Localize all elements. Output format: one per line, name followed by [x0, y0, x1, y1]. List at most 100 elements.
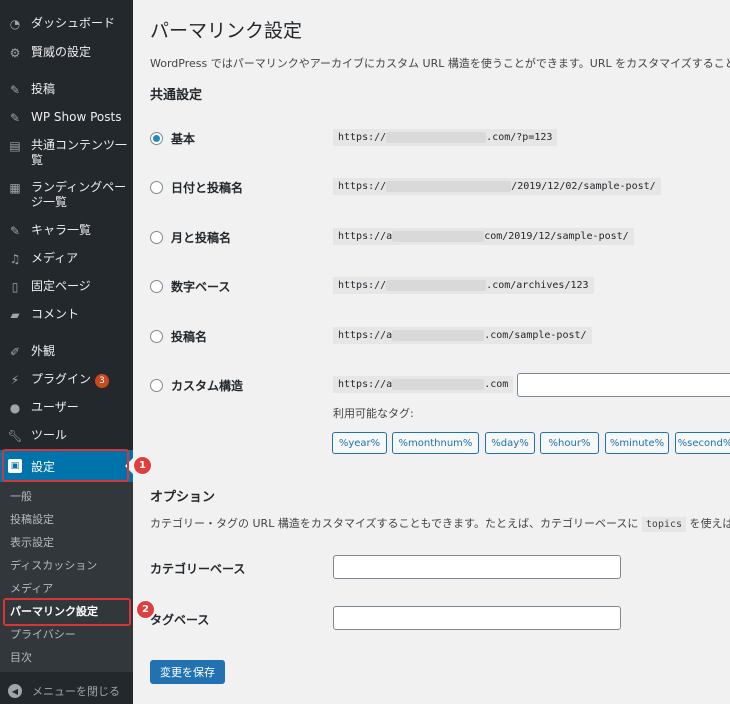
submenu-item-media[interactable]: メディア — [10, 582, 53, 596]
menu-item-media[interactable]: ♫ メディア — [0, 251, 133, 266]
url-suffix: /2019/12/02/sample-post/ — [511, 181, 656, 192]
option-label: 日付と投稿名 — [171, 181, 244, 195]
permalink-option-date-name[interactable]: 日付と投稿名 — [150, 179, 243, 196]
category-base-input[interactable] — [333, 555, 621, 579]
menu-item-pages[interactable]: ▯ 固定ページ — [0, 279, 133, 294]
menu-label: 投稿 — [31, 82, 56, 96]
annotation-highlight-permalinks — [3, 598, 131, 626]
page-title: パーマリンク設定 — [150, 20, 303, 42]
collapse-label: メニューを閉じる — [32, 685, 120, 698]
permalink-option-plain[interactable]: 基本 — [150, 130, 195, 147]
tag-button-second[interactable]: %second% — [675, 432, 730, 454]
url-suffix: .com/?p=123 — [486, 132, 553, 143]
submenu-item-toc[interactable]: 目次 — [10, 651, 32, 665]
menu-item-users[interactable]: ● ユーザー — [0, 400, 133, 415]
redacted-domain — [392, 379, 485, 390]
tag-button-hour[interactable]: %hour% — [540, 432, 599, 454]
menu-item-appearance[interactable]: ✐ 外観 — [0, 344, 133, 359]
menu-item-wp-show-posts[interactable]: ✎ WP Show Posts — [0, 110, 133, 125]
brush-icon: ✐ — [9, 344, 21, 359]
optional-example-code: topics — [641, 517, 687, 532]
permalink-custom-prefix: https://a .com — [333, 376, 514, 393]
pin-icon: ✎ — [9, 82, 21, 97]
annotation-highlight-settings — [2, 449, 129, 482]
menu-item-common-content[interactable]: ▤ 共通コンテンツ一覧 — [0, 138, 133, 168]
radio-button[interactable] — [150, 132, 163, 145]
tag-button-monthnum[interactable]: %monthnum% — [392, 432, 479, 454]
submenu-item-writing[interactable]: 投稿設定 — [10, 513, 54, 527]
redacted-domain — [392, 231, 485, 242]
tag-button-minute[interactable]: %minute% — [605, 432, 669, 454]
menu-item-dashboard[interactable]: ◔ ダッシュボード — [0, 16, 133, 31]
url-suffix: .com/archives/123 — [486, 280, 589, 291]
dashboard-icon: ◔ — [9, 16, 21, 31]
tag-button-year[interactable]: %year% — [332, 432, 387, 454]
settings-submenu: 一般 投稿設定 表示設定 ディスカッション メディア パーマリンク設定 プライバ… — [0, 482, 133, 672]
radio-button[interactable] — [150, 379, 163, 392]
permalink-option-month-name[interactable]: 月と投稿名 — [150, 229, 231, 246]
menu-item-characters[interactable]: ✎ キャラ一覧 — [0, 223, 133, 238]
tag-button-day[interactable]: %day% — [485, 432, 535, 454]
radio-button[interactable] — [150, 330, 163, 343]
optional-desc-text: カテゴリー・タグの URL 構造をカスタマイズすることもできます。たとえば、カテ… — [150, 517, 639, 530]
tag-base-input[interactable] — [333, 606, 621, 630]
menu-item-plugins[interactable]: ⚡ プラグイン 3 — [0, 372, 133, 388]
menu-label: メディア — [31, 251, 79, 265]
menu-item-landing-pages[interactable]: ▦ ランディングページ一覧 — [0, 180, 133, 210]
submenu-item-general[interactable]: 一般 — [10, 490, 32, 504]
url-prefix: https://a — [338, 231, 393, 242]
menu-item-posts[interactable]: ✎ 投稿 — [0, 82, 133, 97]
menu-label: ツール — [31, 428, 68, 442]
url-prefix: https:// — [338, 181, 387, 192]
submenu-item-reading[interactable]: 表示設定 — [10, 536, 54, 550]
plugin-icon: ⚡ — [10, 372, 20, 387]
redacted-domain — [386, 280, 487, 291]
url-prefix: https:// — [338, 132, 387, 143]
collapse-menu-button[interactable]: ◀ メニューを閉じる — [0, 678, 133, 704]
submenu-item-privacy[interactable]: プライバシー — [10, 628, 76, 642]
media-icon: ♫ — [9, 251, 21, 266]
pin-icon: ✎ — [9, 110, 21, 125]
menu-label: 外観 — [31, 344, 56, 358]
permalink-option-custom[interactable]: カスタム構造 — [150, 377, 243, 394]
url-suffix: .com — [484, 379, 509, 390]
custom-structure-input[interactable] — [517, 373, 730, 397]
permalink-option-numeric[interactable]: 数字ベース — [150, 278, 230, 295]
collapse-arrow-icon: ◀ — [8, 684, 22, 698]
permalink-example-numeric: https:// .com/archives/123 — [333, 277, 594, 294]
menu-label: ダッシュボード — [31, 16, 116, 30]
category-base-label: カテゴリーベース — [150, 562, 246, 576]
url-suffix: .com/sample-post/ — [484, 330, 587, 341]
menu-item-comments[interactable]: ▰ コメント — [0, 307, 133, 322]
radio-button[interactable] — [150, 181, 163, 194]
url-suffix: com/2019/12/sample-post/ — [484, 231, 629, 242]
permalink-example-month-name: https://a com/2019/12/sample-post/ — [333, 228, 634, 245]
option-label: カスタム構造 — [171, 379, 244, 393]
code-file-icon: ▤ — [9, 138, 21, 153]
redacted-domain — [392, 330, 485, 341]
update-count-badge: 3 — [95, 374, 110, 388]
save-changes-button[interactable]: 変更を保存 — [150, 660, 225, 684]
menu-label: 共通コンテンツ一覧 — [31, 138, 128, 167]
optional-heading: オプション — [150, 490, 216, 505]
menu-item-keni-settings[interactable]: ⚙ 賢威の設定 — [0, 45, 133, 60]
submenu-item-discussion[interactable]: ディスカッション — [10, 559, 97, 573]
available-tags-label: 利用可能なタグ: — [333, 407, 414, 420]
radio-button[interactable] — [150, 231, 163, 244]
menu-label: コメント — [31, 307, 80, 321]
menu-label: WP Show Posts — [31, 110, 122, 124]
tag-base-label: タグベース — [150, 613, 210, 627]
wrench-icon: 🔧︎ — [7, 428, 23, 443]
url-prefix: https:// — [338, 280, 387, 291]
radio-button[interactable] — [150, 280, 163, 293]
menu-label: プラグイン 3 — [31, 372, 133, 388]
common-settings-heading: 共通設定 — [150, 88, 203, 103]
menu-item-tools[interactable]: 🔧︎ ツール — [0, 428, 133, 443]
redacted-domain — [386, 181, 512, 192]
permalink-example-plain: https:// .com/?p=123 — [333, 129, 558, 146]
permalink-example-post-name: https://a .com/sample-post/ — [333, 327, 592, 344]
url-prefix: https://a — [338, 330, 393, 341]
menu-label: ランディングページ一覧 — [31, 180, 127, 209]
intro-text: WordPress ではパーマリンクやアーカイブにカスタム URL 構造を使うこ… — [150, 57, 730, 70]
permalink-option-post-name[interactable]: 投稿名 — [150, 328, 207, 345]
